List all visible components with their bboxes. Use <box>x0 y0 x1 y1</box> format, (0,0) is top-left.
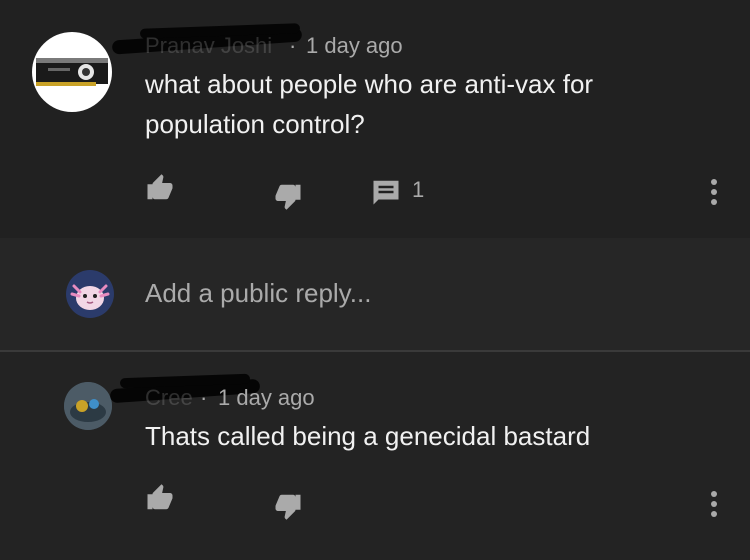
comment-1: Pranav Joshi · 1 day ago what about peop… <box>0 0 750 238</box>
more-options-button[interactable] <box>700 172 728 212</box>
comment-separator: · <box>200 385 208 410</box>
reply-button[interactable] <box>366 174 406 210</box>
comment-time[interactable]: 1 day ago <box>306 33 403 59</box>
graphics-card-icon <box>36 58 108 86</box>
thumbs-down-icon <box>275 494 301 520</box>
comment-2: Cree · 1 day ago Thats called being a ge… <box>0 352 750 560</box>
thumbs-down-icon <box>275 184 301 210</box>
comment-time[interactable]: 1 day ago <box>218 385 315 411</box>
author-avatar[interactable] <box>32 32 112 112</box>
thumbs-up-icon <box>147 174 173 200</box>
dislike-button[interactable] <box>268 488 308 524</box>
comment-text: what about people who are anti-vax for p… <box>145 64 593 144</box>
comment-text-line-1: what about people who are anti-vax for <box>145 69 594 99</box>
comment-icon <box>373 180 399 205</box>
more-vertical-icon <box>711 491 717 517</box>
author-avatar[interactable] <box>64 382 112 430</box>
more-options-button[interactable] <box>700 484 728 524</box>
comment-text: Thats called being a genecidal bastard <box>145 421 591 451</box>
more-vertical-icon <box>711 179 717 205</box>
reply-input[interactable]: Add a public reply... <box>145 278 371 309</box>
comment-author[interactable]: Pranav Joshi <box>145 33 272 59</box>
comment-separator: · <box>289 33 297 58</box>
like-button[interactable] <box>140 480 180 516</box>
comment-author[interactable]: Cree <box>145 385 193 411</box>
thumbs-up-icon <box>147 484 173 510</box>
reply-count[interactable]: 1 <box>412 177 424 203</box>
add-reply-bar[interactable]: Add a public reply... <box>0 238 750 350</box>
user-avatar[interactable] <box>66 270 114 318</box>
avatar-image-icon <box>64 382 112 430</box>
axolotl-icon <box>70 284 110 310</box>
like-button[interactable] <box>140 170 180 206</box>
comment-text-line-2: population control? <box>145 109 365 139</box>
dislike-button[interactable] <box>268 178 308 214</box>
